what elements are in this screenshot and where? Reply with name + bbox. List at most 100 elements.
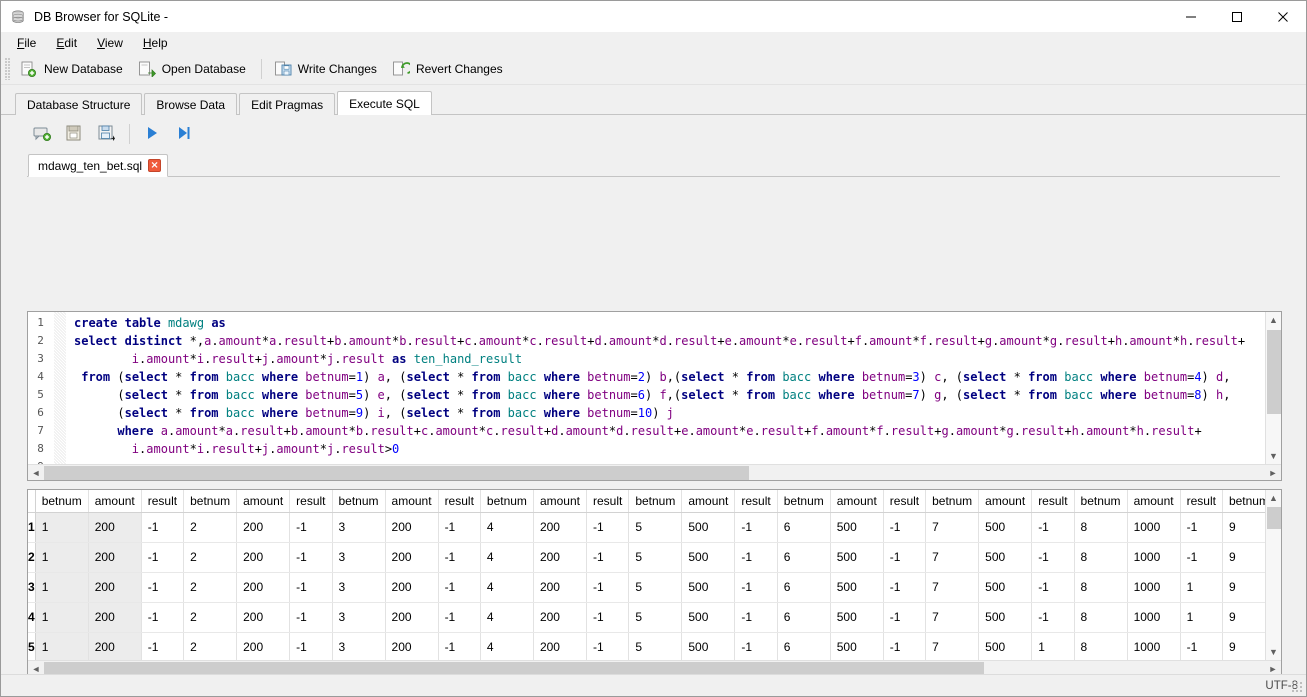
table-cell[interactable]: 5 bbox=[628, 602, 683, 633]
column-header[interactable]: amount bbox=[533, 490, 587, 513]
save-sql-file-button[interactable] bbox=[91, 119, 123, 149]
table-cell[interactable]: 4 bbox=[480, 512, 534, 543]
execute-all-button[interactable] bbox=[136, 119, 168, 149]
table-cell[interactable]: 8 bbox=[1074, 602, 1128, 633]
table-cell[interactable]: -1 bbox=[438, 572, 481, 603]
table-cell[interactable]: -1 bbox=[1180, 632, 1223, 660]
menu-edit[interactable]: Edit bbox=[46, 34, 87, 52]
table-cell[interactable]: -1 bbox=[586, 602, 630, 633]
table-cell[interactable]: 4 bbox=[480, 542, 534, 573]
row-number[interactable]: 1 bbox=[28, 512, 36, 543]
column-header[interactable]: result bbox=[141, 490, 185, 513]
table-cell[interactable]: -1 bbox=[734, 512, 778, 543]
table-cell[interactable]: -1 bbox=[1031, 542, 1075, 573]
tab-database-structure[interactable]: Database Structure bbox=[15, 93, 143, 115]
column-header[interactable]: result bbox=[586, 490, 630, 513]
table-cell[interactable]: 200 bbox=[236, 542, 291, 573]
table-cell[interactable]: 1 bbox=[35, 602, 89, 633]
table-cell[interactable]: -1 bbox=[289, 542, 333, 573]
column-header[interactable]: result bbox=[1180, 490, 1223, 513]
table-cell[interactable]: -1 bbox=[734, 542, 778, 573]
column-header[interactable]: betnum bbox=[480, 490, 534, 513]
table-cell[interactable]: 200 bbox=[385, 632, 439, 660]
table-cell[interactable]: -1 bbox=[141, 512, 185, 543]
table-cell[interactable]: 2 bbox=[183, 542, 238, 573]
column-header[interactable]: betnum bbox=[777, 490, 831, 513]
table-cell[interactable]: 7 bbox=[925, 602, 980, 633]
column-header[interactable]: betnum bbox=[628, 490, 683, 513]
table-cell[interactable]: 200 bbox=[88, 572, 142, 603]
table-cell[interactable]: 200 bbox=[385, 512, 439, 543]
table-cell[interactable]: -1 bbox=[883, 512, 927, 543]
table-cell[interactable]: 500 bbox=[830, 602, 884, 633]
table-cell[interactable]: 200 bbox=[236, 602, 291, 633]
scroll-thumb[interactable] bbox=[44, 465, 749, 480]
table-cell[interactable]: 200 bbox=[533, 542, 587, 573]
table-cell[interactable]: -1 bbox=[734, 602, 778, 633]
table-cell[interactable]: 3 bbox=[332, 512, 386, 543]
table-row[interactable]: 5 1 200 -1 2 200 -1 3 200 -1 4 200 -1 5 500 -1 6 500 -1 7 50… bbox=[28, 632, 1265, 660]
results-grid[interactable]: betnum amount result betnum amount result betn… bbox=[27, 489, 1282, 674]
table-cell[interactable]: 8 bbox=[1074, 542, 1128, 573]
table-cell[interactable]: -1 bbox=[141, 572, 185, 603]
table-cell[interactable]: 2 bbox=[183, 632, 238, 660]
scroll-right-icon[interactable]: ► bbox=[1265, 465, 1281, 481]
tab-execute-sql[interactable]: Execute SQL bbox=[337, 91, 432, 115]
menu-view[interactable]: View bbox=[87, 34, 133, 52]
table-cell[interactable]: 1000 bbox=[1127, 542, 1181, 573]
table-cell[interactable]: -1 bbox=[438, 632, 481, 660]
scroll-up-icon[interactable]: ▲ bbox=[1266, 312, 1282, 328]
table-cell[interactable]: 7 bbox=[925, 632, 980, 660]
table-cell[interactable]: -1 bbox=[289, 602, 333, 633]
table-cell[interactable]: 6 bbox=[777, 602, 831, 633]
table-cell[interactable]: -1 bbox=[141, 602, 185, 633]
table-row[interactable]: 3 1 200 -1 2 200 -1 3 200 -1 4 200 -1 5 500 -1 6 500 -1 7 50… bbox=[28, 572, 1265, 603]
table-cell[interactable]: 9 bbox=[1222, 512, 1265, 543]
table-cell[interactable]: 2 bbox=[183, 602, 238, 633]
table-row[interactable]: 2 1 200 -1 2 200 -1 3 200 -1 4 200 -1 5 500 -1 6 500 -1 7 50… bbox=[28, 542, 1265, 573]
table-cell[interactable]: -1 bbox=[1031, 572, 1075, 603]
table-cell[interactable]: 200 bbox=[533, 572, 587, 603]
column-header[interactable]: betnum bbox=[332, 490, 386, 513]
table-cell[interactable]: -1 bbox=[438, 602, 481, 633]
table-cell[interactable]: 200 bbox=[385, 572, 439, 603]
column-header[interactable]: amount bbox=[978, 490, 1033, 513]
scroll-down-icon[interactable]: ▼ bbox=[1266, 644, 1282, 660]
table-cell[interactable]: 8 bbox=[1074, 632, 1128, 660]
table-cell[interactable]: 7 bbox=[925, 572, 980, 603]
table-cell[interactable]: -1 bbox=[141, 542, 185, 573]
column-header[interactable]: result bbox=[883, 490, 927, 513]
table-cell[interactable]: 6 bbox=[777, 542, 831, 573]
scroll-thumb[interactable] bbox=[44, 661, 984, 674]
scroll-thumb[interactable] bbox=[1266, 507, 1281, 529]
table-cell[interactable]: 200 bbox=[88, 512, 142, 543]
table-cell[interactable]: 8 bbox=[1074, 512, 1128, 543]
table-cell[interactable]: 4 bbox=[480, 572, 534, 603]
table-cell[interactable]: 500 bbox=[978, 602, 1033, 633]
scroll-track[interactable] bbox=[44, 661, 1265, 674]
maximize-icon[interactable] bbox=[1214, 1, 1260, 32]
grid-vertical-scrollbar[interactable]: ▲ ▼ bbox=[1265, 490, 1281, 660]
editor-horizontal-scrollbar[interactable]: ◄ ► bbox=[28, 464, 1281, 480]
column-header[interactable]: betnum bbox=[35, 490, 89, 513]
table-cell[interactable]: -1 bbox=[1180, 542, 1223, 573]
table-cell[interactable]: 2 bbox=[183, 512, 238, 543]
table-cell[interactable]: 200 bbox=[385, 542, 439, 573]
table-cell[interactable]: 1000 bbox=[1127, 602, 1181, 633]
scroll-up-icon[interactable]: ▲ bbox=[1266, 490, 1282, 506]
table-cell[interactable]: -1 bbox=[734, 632, 778, 660]
table-cell[interactable]: 1000 bbox=[1127, 512, 1181, 543]
scroll-down-icon[interactable]: ▼ bbox=[1266, 448, 1282, 464]
menu-file[interactable]: File bbox=[7, 34, 46, 52]
table-cell[interactable]: 500 bbox=[681, 572, 736, 603]
scroll-left-icon[interactable]: ◄ bbox=[28, 465, 44, 481]
table-cell[interactable]: 200 bbox=[88, 542, 142, 573]
scroll-right-icon[interactable]: ► bbox=[1265, 661, 1281, 675]
open-database-button[interactable]: Open Database bbox=[132, 56, 255, 82]
table-cell[interactable]: -1 bbox=[289, 512, 333, 543]
row-number[interactable]: 3 bbox=[28, 572, 36, 603]
column-header[interactable]: amount bbox=[830, 490, 884, 513]
table-cell[interactable]: 1000 bbox=[1127, 572, 1181, 603]
grid-corner-cell[interactable] bbox=[28, 490, 36, 513]
table-cell[interactable]: -1 bbox=[289, 632, 333, 660]
